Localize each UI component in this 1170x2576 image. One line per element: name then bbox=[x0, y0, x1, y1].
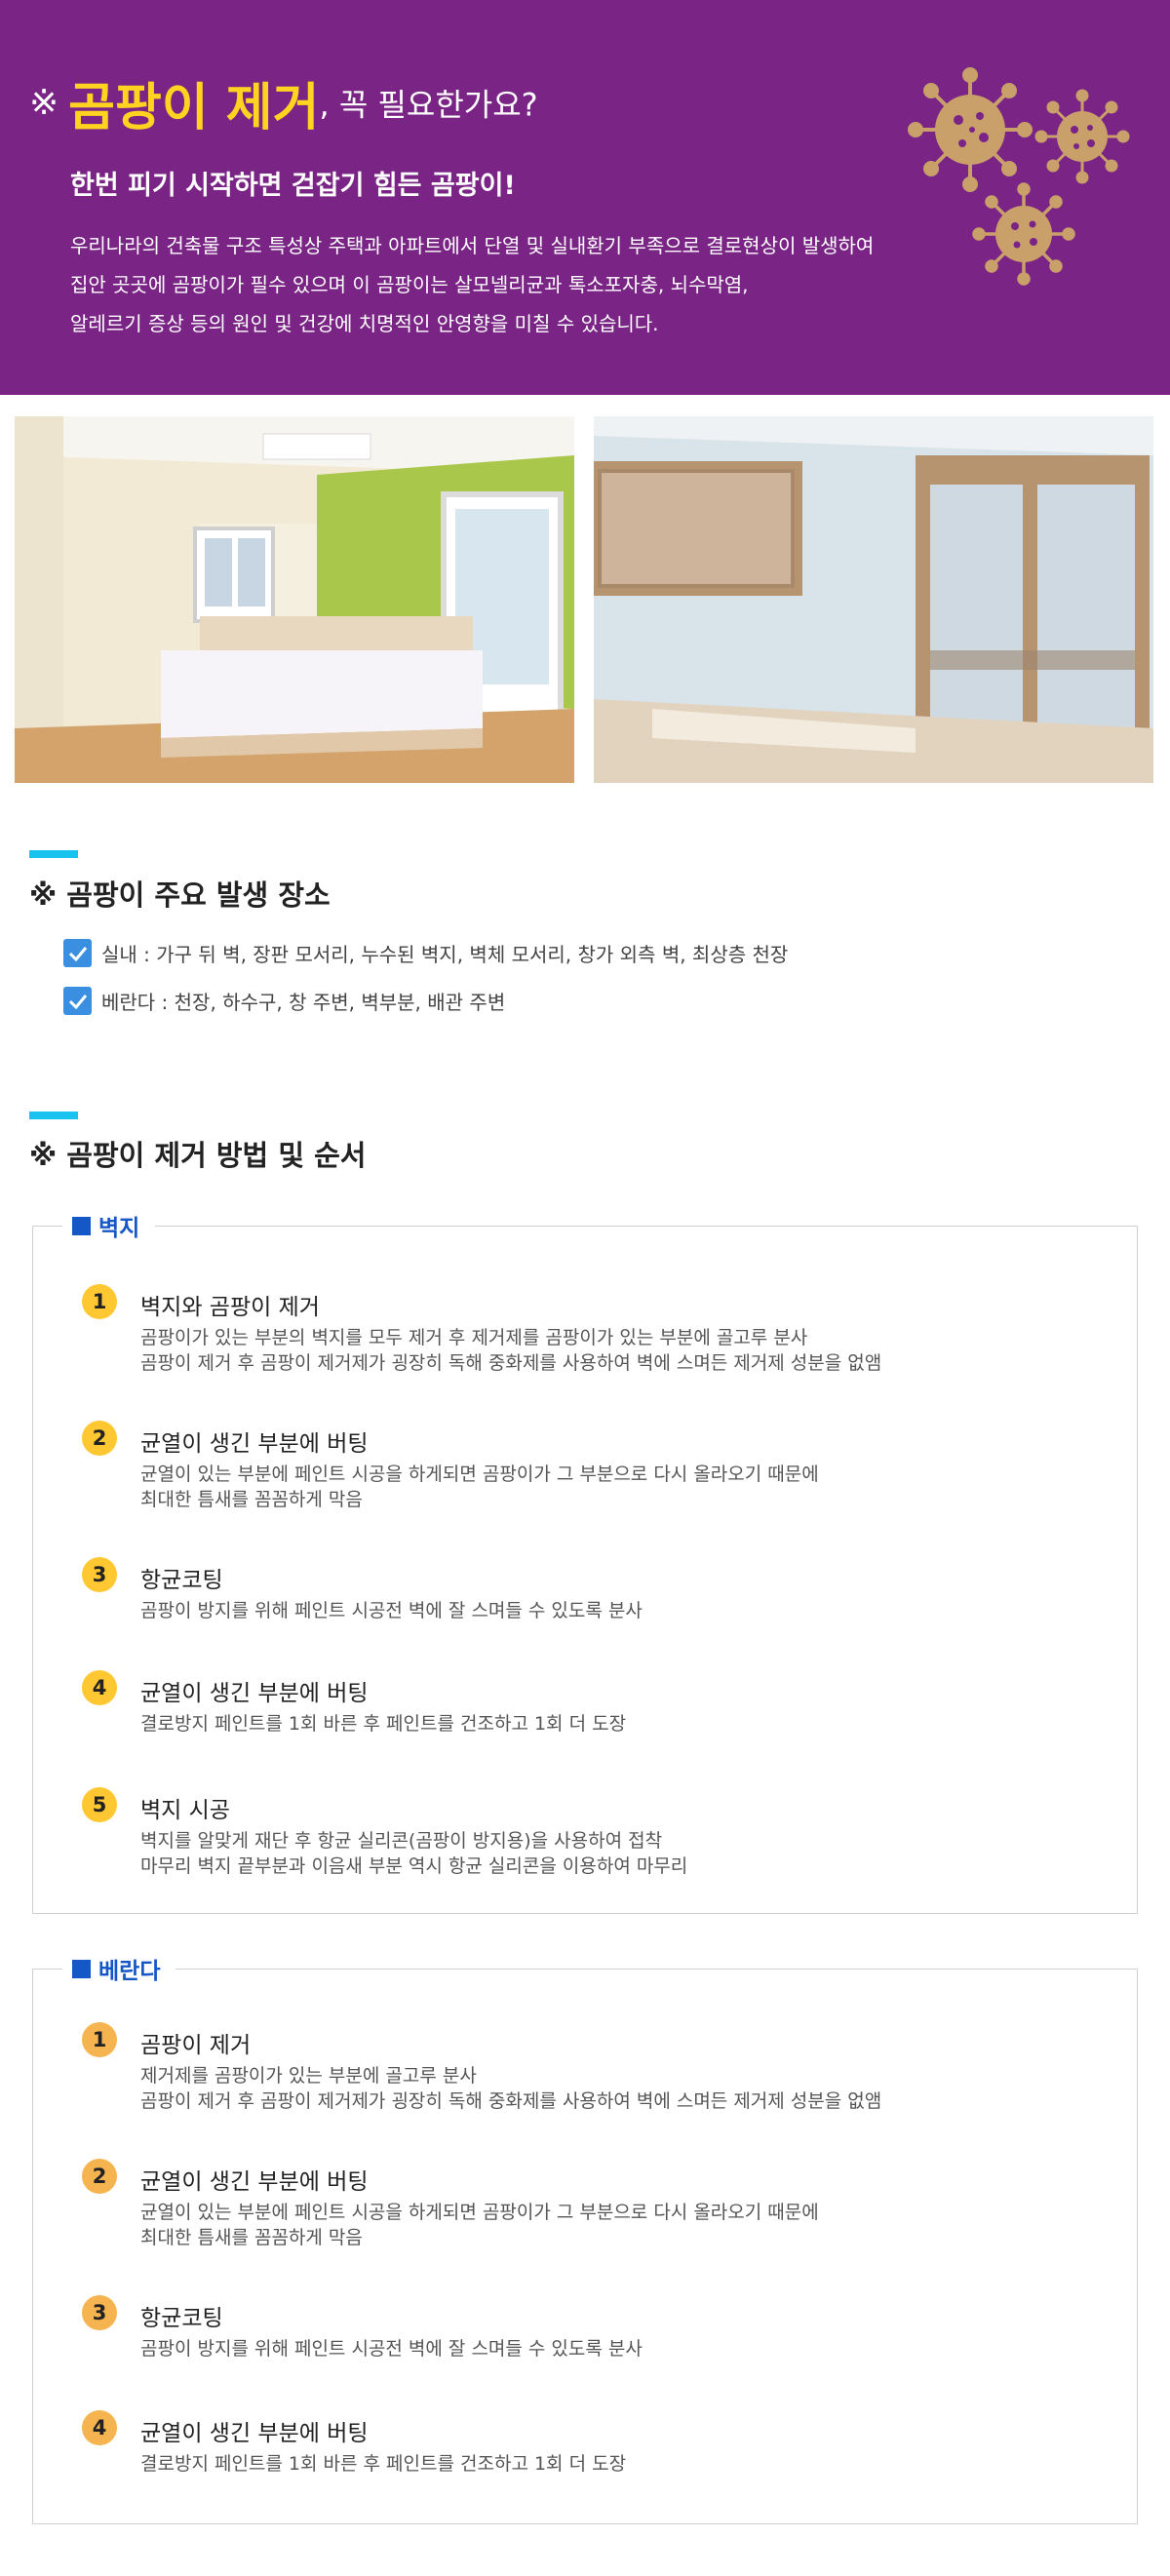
wall-steps-group: 벽지 1 벽지와 곰팡이 제거 곰팡이가 있는 부분의 벽지를 모두 제거 후 … bbox=[32, 1209, 1138, 1914]
step-title: 항균코팅 bbox=[140, 1568, 223, 1593]
step-description-line: 최대한 틈새를 꼼꼼하게 막음 bbox=[140, 1489, 363, 1510]
step-description-line: 곰팡이 제거 후 곰팡이 제거제가 굉장히 독해 중화제를 사용하여 벽에 스며… bbox=[140, 2090, 882, 2112]
step-number-badge: 4 bbox=[82, 1670, 117, 1705]
step-description-line: 곰팡이가 있는 부분의 벽지를 모두 제거 후 제거제를 곰팡이가 있는 부분에… bbox=[140, 1327, 808, 1348]
hero-subtitle: 한번 피기 시작하면 걷잡기 힘든 곰팡이! bbox=[70, 171, 516, 201]
checkbox-checked-icon bbox=[63, 939, 92, 967]
step-description-line: 결로방지 페인트를 1회 바른 후 페인트를 건조하고 1회 더 도장 bbox=[140, 2453, 627, 2475]
step-description: 곰팡이 방지를 위해 페인트 시공전 벽에 잘 스며들 수 있도록 분사 bbox=[140, 1598, 643, 1623]
hero-title-highlight: 곰팡이 제거 bbox=[68, 79, 320, 137]
section-accent-bar bbox=[29, 850, 78, 858]
hero-description-line: 알레르기 증상 등의 원인 및 건강에 치명적인 안영향을 미칠 수 있습니다. bbox=[70, 312, 659, 335]
step-title: 균열이 생긴 부분에 버팅 bbox=[140, 1681, 369, 1706]
living-room-photo bbox=[594, 416, 1153, 783]
step-title: 곰팡이 제거 bbox=[140, 2033, 252, 2058]
checkbox-checked-icon bbox=[63, 987, 92, 1015]
step-description-line: 벽지를 알맞게 재단 후 항균 실리콘(곰팡이 방지용)을 사용하여 접착 bbox=[140, 1830, 663, 1852]
location-item-indoor: 실내 : 가구 뒤 벽, 장판 모서리, 누수된 벽지, 벽체 모서리, 창가 … bbox=[63, 939, 788, 967]
step-description-line: 균열이 있는 부분에 페인트 시공을 하게되면 곰팡이가 그 부분으로 다시 올… bbox=[140, 1464, 819, 1485]
square-bullet-icon bbox=[72, 1216, 91, 1235]
step-description: 결로방지 페인트를 1회 바른 후 페인트를 건조하고 1회 더 도장 bbox=[140, 2451, 626, 2477]
step-number-badge: 1 bbox=[82, 2022, 117, 2057]
step-title: 균열이 생긴 부분에 버팅 bbox=[140, 2169, 369, 2195]
step-description-line: 제거제를 곰팡이가 있는 부분에 골고루 분사 bbox=[140, 2065, 477, 2087]
step-description-line: 마무리 벽지 끝부분과 이음새 부분 역시 항균 실리콘을 이용하여 마무리 bbox=[140, 1855, 688, 1877]
step-description: 곰팡이가 있는 부분의 벽지를 모두 제거 후 제거제를 곰팡이가 있는 부분에… bbox=[140, 1325, 881, 1376]
section-accent-bar bbox=[29, 1112, 78, 1119]
wall-group-label-text: 벽지 bbox=[98, 1216, 140, 1241]
square-bullet-icon bbox=[72, 1959, 91, 1978]
step-number-badge: 2 bbox=[82, 1421, 117, 1456]
bedroom-photo bbox=[15, 416, 574, 783]
step-description-line: 곰팡이 방지를 위해 페인트 시공전 벽에 잘 스며들 수 있도록 분사 bbox=[140, 2338, 643, 2360]
hero-title: ※ 곰팡이 제거, 꼭 필요한가요? bbox=[29, 66, 538, 139]
veranda-steps-group: 베란다 1 곰팡이 제거 제거제를 곰팡이가 있는 부분에 골고루 분사 곰팡이… bbox=[32, 1952, 1138, 2524]
step-number-badge: 3 bbox=[82, 1557, 117, 1592]
step-number-badge: 5 bbox=[82, 1787, 117, 1822]
mold-spore-icon bbox=[908, 67, 1033, 192]
mold-spore-icon bbox=[1034, 89, 1130, 184]
step-description-line: 곰팡이 제거 후 곰팡이 제거제가 굉장히 독해 중화제를 사용하여 벽에 스며… bbox=[140, 1352, 882, 1374]
step-description: 제거제를 곰팡이가 있는 부분에 골고루 분사 곰팡이 제거 후 곰팡이 제거제… bbox=[140, 2063, 881, 2114]
step-number-badge: 2 bbox=[82, 2159, 117, 2194]
mold-spore-icon bbox=[972, 182, 1075, 286]
step-number-badge: 3 bbox=[82, 2295, 117, 2330]
step-description-line: 균열이 있는 부분에 페인트 시공을 하게되면 곰팡이가 그 부분으로 다시 올… bbox=[140, 2202, 819, 2223]
step-title: 벽지 시공 bbox=[140, 1798, 230, 1823]
hero-title-rest: , 꼭 필요한가요? bbox=[319, 86, 538, 124]
step-description-line: 최대한 틈새를 꼼꼼하게 막음 bbox=[140, 2227, 363, 2248]
wall-group-label: 벽지 bbox=[62, 1209, 156, 1242]
hero-description-line: 우리나라의 건축물 구조 특성상 주택과 아파트에서 단열 및 실내환기 부족으… bbox=[70, 234, 875, 257]
step-description-line: 곰팡이 방지를 위해 페인트 시공전 벽에 잘 스며들 수 있도록 분사 bbox=[140, 1600, 643, 1621]
hero-banner: ※ 곰팡이 제거, 꼭 필요한가요? 한번 피기 시작하면 걷잡기 힘든 곰팡이!… bbox=[0, 0, 1170, 395]
step-description-line: 결로방지 페인트를 1회 바른 후 페인트를 건조하고 1회 더 도장 bbox=[140, 1713, 627, 1735]
locations-title: ※ 곰팡이 주요 발생 장소 bbox=[29, 878, 331, 912]
step-description: 균열이 있는 부분에 페인트 시공을 하게되면 곰팡이가 그 부분으로 다시 올… bbox=[140, 1462, 819, 1512]
step-title: 항균코팅 bbox=[140, 2306, 223, 2331]
hero-description-line: 집안 곳곳에 곰팡이가 필수 있으며 이 곰팡이는 살모넬리균과 톡소포자충, … bbox=[70, 273, 749, 296]
location-item-text: 베란다 : 천장, 하수구, 창 주변, 벽부분, 배관 주변 bbox=[101, 991, 506, 1014]
veranda-group-label-text: 베란다 bbox=[98, 1959, 161, 1984]
hero-description: 우리나라의 건축물 구조 특성상 주택과 아파트에서 단열 및 실내환기 부족으… bbox=[70, 226, 948, 343]
step-description: 벽지를 알맞게 재단 후 항균 실리콘(곰팡이 방지용)을 사용하여 접착 마무… bbox=[140, 1828, 687, 1879]
location-item-text: 실내 : 가구 뒤 벽, 장판 모서리, 누수된 벽지, 벽체 모서리, 창가 … bbox=[101, 943, 789, 966]
methods-title: ※ 곰팡이 제거 방법 및 순서 bbox=[29, 1139, 367, 1172]
location-item-veranda: 베란다 : 천장, 하수구, 창 주변, 벽부분, 배관 주변 bbox=[63, 987, 505, 1015]
step-description: 곰팡이 방지를 위해 페인트 시공전 벽에 잘 스며들 수 있도록 분사 bbox=[140, 2336, 643, 2361]
reference-mark: ※ bbox=[29, 83, 59, 123]
step-number-badge: 1 bbox=[82, 1284, 117, 1319]
step-title: 벽지와 곰팡이 제거 bbox=[140, 1295, 320, 1320]
step-title: 균열이 생긴 부분에 버팅 bbox=[140, 2421, 369, 2446]
step-title: 균열이 생긴 부분에 버팅 bbox=[140, 1431, 369, 1457]
step-description: 균열이 있는 부분에 페인트 시공을 하게되면 곰팡이가 그 부분으로 다시 올… bbox=[140, 2200, 819, 2250]
step-description: 결로방지 페인트를 1회 바른 후 페인트를 건조하고 1회 더 도장 bbox=[140, 1711, 626, 1737]
veranda-group-label: 베란다 bbox=[62, 1952, 176, 1985]
step-number-badge: 4 bbox=[82, 2410, 117, 2445]
